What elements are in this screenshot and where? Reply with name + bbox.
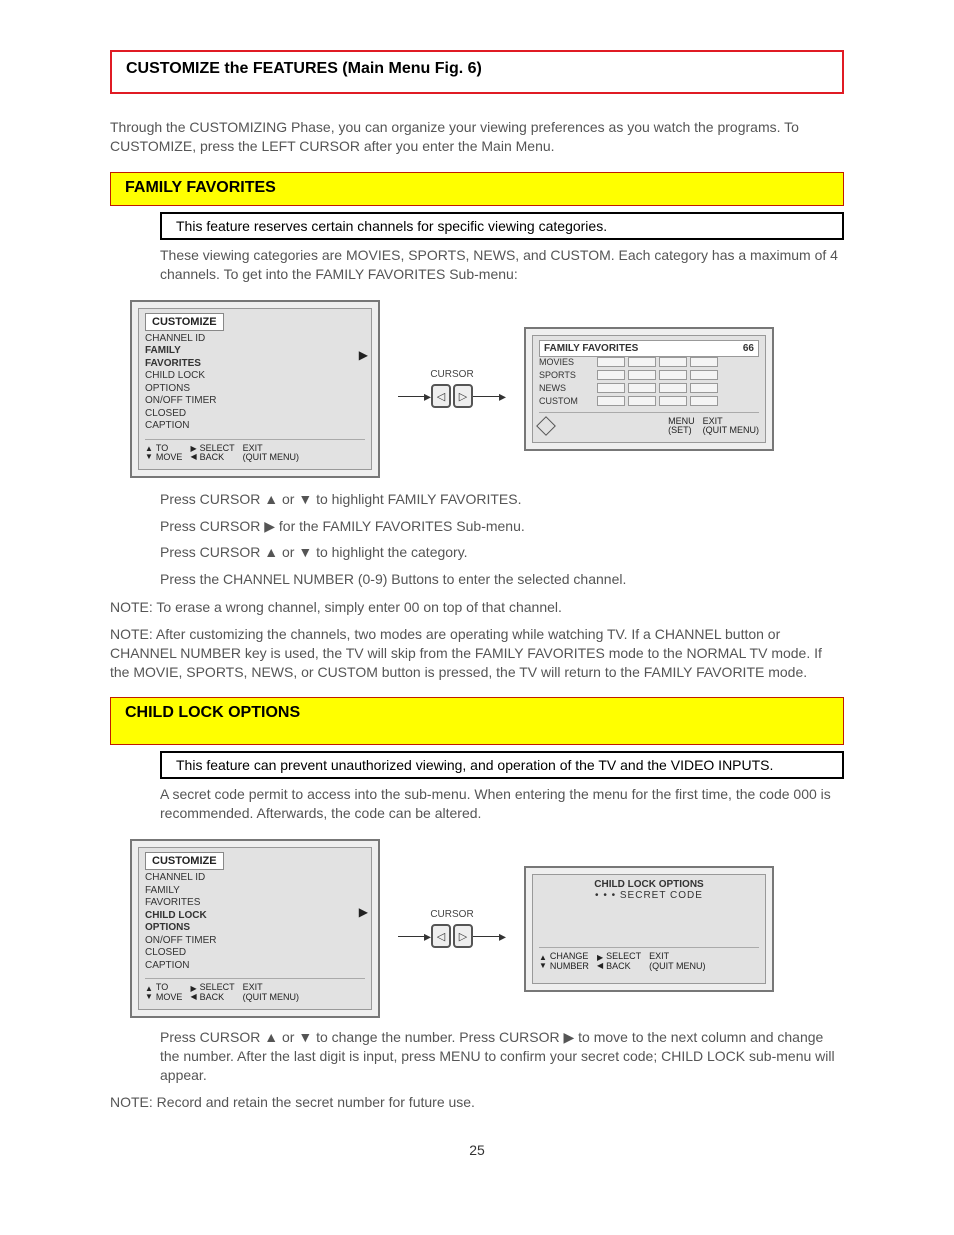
footer-label: BACK — [200, 453, 235, 463]
step-text: Press CURSOR ▶ for the FAMILY FAVORITES … — [160, 515, 844, 537]
list-item: CAPTION — [145, 420, 365, 433]
row-label: NEWS — [539, 383, 594, 393]
cursor-label: CURSOR — [430, 369, 473, 380]
footer-label: BACK — [606, 962, 641, 972]
footer-label: (QUIT MENU) — [703, 426, 759, 436]
right-arrow-icon: ▶ — [359, 348, 368, 362]
cursor-graphic: CURSOR ▸ ◁ ▷ ▸ — [392, 369, 512, 408]
dpad-icon — [536, 417, 556, 437]
cursor-label: CURSOR — [430, 909, 473, 920]
right-arrow-icon: ▶ — [359, 905, 368, 919]
list-item: CHANNEL ID — [145, 333, 365, 346]
page-number: 25 — [60, 1142, 894, 1158]
footer-label: MOVE — [156, 453, 183, 463]
down-arrow-icon: ▼ — [145, 453, 153, 461]
cursor-left-icon: ◁ — [431, 384, 451, 408]
row-label: SPORTS — [539, 370, 594, 380]
left-arrow-icon: ◀ — [597, 962, 603, 970]
list-item: ON/OFF TIMER — [145, 935, 365, 948]
screen-footer: MENU(SET) EXIT(QUIT MENU) — [539, 412, 759, 437]
step-text: Press the CHANNEL NUMBER (0-9) Buttons t… — [160, 568, 844, 590]
list-item: CLOSED — [145, 947, 365, 960]
list-item: CLOSED — [145, 408, 365, 421]
list-item: OPTIONS — [145, 922, 365, 935]
diagram-child-lock: CUSTOMIZE CHANNEL ID FAMILY FAVORITES CH… — [130, 839, 844, 1018]
note-text: NOTE: After customizing the channels, tw… — [110, 625, 844, 682]
page: CUSTOMIZE the FEATURES (Main Menu Fig. 6… — [0, 0, 954, 1198]
left-arrow-icon: ◀ — [190, 993, 196, 1001]
intro-text: Through the CUSTOMIZING Phase, you can o… — [110, 118, 844, 156]
diagram-family-favorites: CUSTOMIZE CHANNEL ID FAMILY FAVORITES CH… — [130, 300, 844, 479]
screen-items: CHANNEL ID FAMILY FAVORITES CHILD LOCK O… — [145, 872, 365, 972]
footer-label: NUMBER — [550, 962, 589, 972]
list-item: FAMILY — [145, 345, 365, 358]
screen-footer: ▲▼ TOMOVE ▶◀ SELECTBACK EXIT(QUIT MENU) — [145, 978, 365, 1003]
step-text: Press CURSOR ▲ or ▼ to highlight FAMILY … — [160, 488, 844, 510]
down-arrow-icon: ▼ — [145, 993, 153, 1001]
child-lock-after: Press CURSOR ▲ or ▼ to change the number… — [160, 1028, 844, 1085]
list-item: ON/OFF TIMER — [145, 395, 365, 408]
screen-child-lock: CHILD LOCK OPTIONS • • • SECRET CODE ▲▼ … — [524, 866, 774, 992]
cursor-right-icon: ▷ — [453, 384, 473, 408]
list-item: FAMILY — [145, 885, 365, 898]
step-text: Press CURSOR ▲ or ▼ to highlight the cat… — [160, 541, 844, 563]
screen-title: CHILD LOCK OPTIONS — [539, 879, 759, 890]
family-favorites-grid: MOVIES SPORTS NEWS CUSTOM — [539, 357, 759, 406]
list-item: FAVORITES — [145, 897, 365, 910]
list-item: CHILD LOCK — [145, 910, 365, 923]
section-header-customize: CUSTOMIZE the FEATURES (Main Menu Fig. 6… — [110, 50, 844, 94]
feature-line-family-favorites: This feature reserves certain channels f… — [160, 212, 844, 240]
footer-label: (SET) — [668, 426, 695, 436]
screen-items: CHANNEL ID FAMILY FAVORITES CHILD LOCK O… — [145, 333, 365, 433]
list-item: FAVORITES — [145, 358, 365, 371]
child-lock-note: NOTE: Record and retain the secret numbe… — [110, 1093, 844, 1112]
yellow-header-child-lock: CHILD LOCK OPTIONS — [110, 697, 844, 745]
screen-customize-ff: CUSTOMIZE CHANNEL ID FAMILY FAVORITES CH… — [130, 300, 380, 479]
list-item: OPTIONS — [145, 383, 365, 396]
yellow-header-family-favorites: FAMILY FAVORITES — [110, 172, 844, 206]
footer-label: MOVE — [156, 993, 183, 1003]
list-item: CHANNEL ID — [145, 872, 365, 885]
child-lock-body: A secret code permit to access into the … — [160, 785, 844, 823]
screen-title: CUSTOMIZE — [145, 313, 224, 331]
screen-title: FAMILY FAVORITES 66 — [539, 340, 759, 357]
list-item: CHILD LOCK — [145, 370, 365, 383]
row-label: MOVIES — [539, 357, 594, 367]
screen-title: CUSTOMIZE — [145, 852, 224, 870]
screen-customize-cl: CUSTOMIZE CHANNEL ID FAMILY FAVORITES CH… — [130, 839, 380, 1018]
screen-footer: ▲▼ TOMOVE ▶◀ SELECTBACK EXIT(QUIT MENU) — [145, 439, 365, 464]
screen-family-favorites: FAMILY FAVORITES 66 MOVIES SPORTS NEWS C… — [524, 327, 774, 452]
family-favorites-body: These viewing categories are MOVIES, SPO… — [160, 246, 844, 284]
cursor-graphic: CURSOR ▸ ◁ ▷ ▸ — [392, 909, 512, 948]
footer-label: (QUIT MENU) — [243, 453, 299, 463]
list-item: CAPTION — [145, 960, 365, 973]
footer-label: BACK — [200, 993, 235, 1003]
row-label: CUSTOM — [539, 396, 594, 406]
down-arrow-icon: ▼ — [539, 962, 547, 970]
screen-footer: ▲▼ CHANGENUMBER ▶◀ SELECTBACK EXIT(QUIT … — [539, 947, 759, 972]
secret-code-label: • • • SECRET CODE — [539, 890, 759, 901]
cursor-right-icon: ▷ — [453, 924, 473, 948]
left-arrow-icon: ◀ — [190, 453, 196, 461]
note-text: NOTE: To erase a wrong channel, simply e… — [110, 598, 844, 617]
cursor-left-icon: ◁ — [431, 924, 451, 948]
footer-label: (QUIT MENU) — [243, 993, 299, 1003]
feature-line-child-lock: This feature can prevent unauthorized vi… — [160, 751, 844, 779]
footer-label: (QUIT MENU) — [649, 962, 705, 972]
